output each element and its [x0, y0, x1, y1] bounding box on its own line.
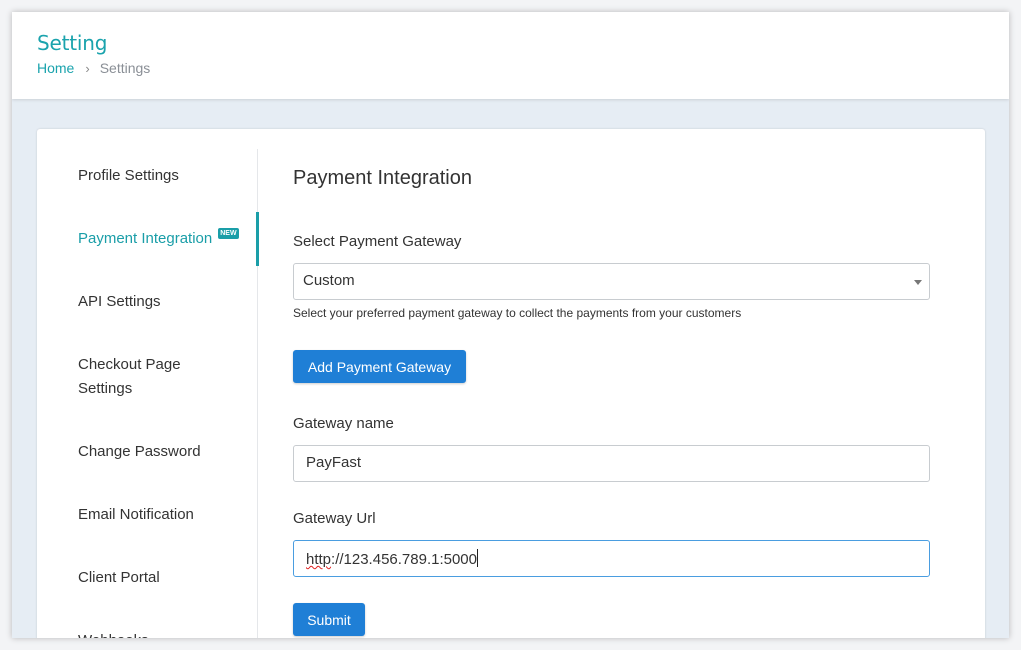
gateway-url-rest: ://123.456.789.1:5000 — [331, 551, 477, 568]
gateway-url-input[interactable]: http://123.456.789.1:5000 — [293, 540, 930, 577]
section-title: Payment Integration — [293, 167, 472, 189]
page-title: Setting — [37, 31, 108, 55]
sidebar-item-profile-settings[interactable]: Profile Settings — [78, 164, 179, 188]
gateway-name-label: Gateway name — [293, 415, 394, 432]
gateway-name-value: PayFast — [306, 454, 362, 471]
sidebar-item-label-line1: Checkout Page — [78, 356, 181, 373]
sidebar-item-client-portal[interactable]: Client Portal — [78, 566, 160, 590]
gateway-url-value: http://123.456.789.1:5000 — [306, 549, 478, 568]
caret-down-icon — [914, 280, 922, 285]
active-indicator — [256, 212, 259, 266]
breadcrumb-home-link[interactable]: Home — [37, 60, 74, 76]
gateway-name-input[interactable]: PayFast — [293, 445, 930, 482]
payment-gateway-select[interactable]: Custom — [293, 263, 930, 300]
new-badge: NEW — [218, 228, 239, 239]
sidebar-item-label: Payment Integration — [78, 230, 213, 247]
sidebar-item-label-line2: Settings — [78, 380, 133, 397]
submit-button[interactable]: Submit — [293, 603, 365, 636]
chevron-right-icon: › — [85, 60, 90, 76]
gateway-select-label: Select Payment Gateway — [293, 233, 462, 250]
add-payment-gateway-button[interactable]: Add Payment Gateway — [293, 350, 466, 383]
sidebar-item-webhooks[interactable]: Webhooks — [78, 629, 149, 638]
sidebar-item-api-settings[interactable]: API Settings — [78, 290, 161, 314]
breadcrumb: Home › Settings — [37, 60, 150, 76]
page-header: Setting Home › Settings — [12, 12, 1009, 99]
gateway-url-label: Gateway Url — [293, 510, 376, 527]
settings-card: Profile Settings Payment Integration NEW … — [37, 129, 985, 638]
select-value: Custom — [303, 272, 355, 289]
app-window: Setting Home › Settings Profile Settings… — [12, 12, 1009, 638]
settings-sidebar: Profile Settings Payment Integration NEW … — [37, 149, 259, 638]
gateway-help-text: Select your preferred payment gateway to… — [293, 306, 742, 320]
sidebar-item-email-notification[interactable]: Email Notification — [78, 503, 194, 527]
sidebar-item-payment-integration[interactable]: Payment Integration NEW — [78, 227, 239, 251]
sidebar-item-checkout-page-settings[interactable]: Checkout Page Settings — [78, 353, 181, 401]
spellcheck-word: http — [306, 551, 332, 568]
sidebar-item-change-password[interactable]: Change Password — [78, 440, 201, 464]
text-cursor — [477, 549, 478, 567]
breadcrumb-current: Settings — [99, 60, 151, 76]
